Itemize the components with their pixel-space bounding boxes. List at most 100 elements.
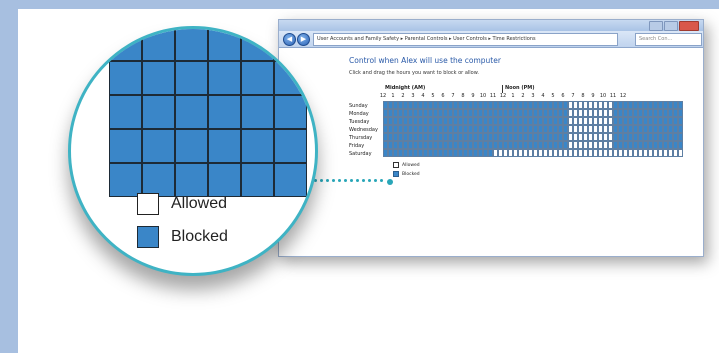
hour-label: 4: [541, 93, 545, 99]
blocked-cell[interactable]: [678, 125, 683, 133]
zoomed-blocked-cell: [274, 129, 307, 163]
legend-blocked: Blocked: [393, 170, 420, 178]
hour-label: 4: [421, 93, 425, 99]
hour-label: 5: [431, 93, 435, 99]
address-bar: ◀ ▶ User Accounts and Family Safety ▸ Pa…: [279, 31, 703, 48]
zoomed-blocked-cell: [241, 163, 274, 197]
zoomed-blocked-cell: [208, 61, 241, 95]
hour-label: 11: [489, 93, 497, 99]
connector-dot: [332, 179, 335, 182]
legend: Allowed Blocked: [393, 161, 420, 179]
hour-label: 6: [561, 93, 565, 99]
connector-dot: [368, 179, 371, 182]
zoomed-blocked-cell: [142, 129, 175, 163]
magnified-legend: Allowed Blocked: [137, 191, 228, 257]
blocked-cell[interactable]: [678, 109, 683, 117]
zoomed-blocked-cell: [175, 95, 208, 129]
breadcrumb[interactable]: User Accounts and Family Safety ▸ Parent…: [313, 33, 618, 46]
hour-label: 10: [599, 93, 607, 99]
day-label-wednesday: Wednesday: [349, 127, 378, 133]
magnified-legend-blocked: Blocked: [137, 224, 228, 250]
blocked-cell[interactable]: [678, 101, 683, 109]
zoomed-blocked-cell: [208, 95, 241, 129]
time-restrictions-window: ◀ ▶ User Accounts and Family Safety ▸ Pa…: [278, 19, 704, 257]
zoomed-blocked-cell: [175, 29, 208, 61]
blocked-label-large: Blocked: [171, 228, 228, 245]
zoomed-blocked-cell: [274, 163, 307, 197]
connector-dots: [314, 179, 383, 182]
hour-label: 5: [551, 93, 555, 99]
hour-label: 11: [609, 93, 617, 99]
day-label-friday: Friday: [349, 143, 365, 149]
blocked-swatch: [393, 171, 399, 177]
zoomed-blocked-cell: [241, 129, 274, 163]
connector-dot: [362, 179, 365, 182]
window-controls: [649, 21, 699, 31]
title-bar: [279, 20, 703, 31]
noon-divider: [502, 85, 503, 93]
content-area: Control when Alex will use the computer …: [279, 48, 703, 256]
zoomed-blocked-cell: [274, 95, 307, 129]
zoomed-blocked-cell: [142, 29, 175, 61]
illustration-card: ◀ ▶ User Accounts and Family Safety ▸ Pa…: [18, 9, 719, 353]
connector-dot: [374, 179, 377, 182]
hour-label: 8: [461, 93, 465, 99]
blocked-swatch-large: [137, 226, 159, 248]
connector-dot: [344, 179, 347, 182]
zoomed-blocked-cell: [109, 95, 142, 129]
hour-label: 8: [581, 93, 585, 99]
day-label-sunday: Sunday: [349, 103, 368, 109]
connector-dot: [326, 179, 329, 182]
allowed-cell[interactable]: [678, 149, 683, 157]
connector-endpoint: [387, 179, 393, 185]
connector-dot: [356, 179, 359, 182]
page-title: Control when Alex will use the computer: [349, 56, 501, 65]
hour-label: 6: [441, 93, 445, 99]
zoomed-blocked-cell: [241, 61, 274, 95]
instruction-text: Click and drag the hours you want to blo…: [349, 70, 479, 76]
zoomed-blocked-cell: [109, 29, 142, 61]
close-button[interactable]: [679, 21, 699, 31]
day-label-saturday: Saturday: [349, 151, 372, 157]
allowed-label: Allowed: [402, 162, 420, 168]
connector-dot: [350, 179, 353, 182]
magnifier-circle: Allowed Blocked: [68, 26, 318, 276]
hour-label: 2: [401, 93, 405, 99]
blocked-cell[interactable]: [678, 117, 683, 125]
connector-dot: [338, 179, 341, 182]
hour-label: 1: [511, 93, 515, 99]
search-input[interactable]: Search Con...: [635, 33, 702, 46]
blocked-cell[interactable]: [678, 141, 683, 149]
zoomed-blocked-cell: [175, 129, 208, 163]
maximize-button[interactable]: [664, 21, 678, 31]
allowed-swatch-large: [137, 193, 159, 215]
zoomed-blocked-cell: [142, 95, 175, 129]
zoomed-blocked-cell: [274, 29, 307, 61]
zoomed-blocked-cell: [274, 61, 307, 95]
legend-allowed: Allowed: [393, 161, 420, 169]
connector-dot: [320, 179, 323, 182]
hour-label: 7: [451, 93, 455, 99]
hour-label: 1: [391, 93, 395, 99]
hour-label: 12: [379, 93, 387, 99]
hour-label: 9: [591, 93, 595, 99]
midnight-header: Midnight (AM): [385, 85, 426, 91]
hour-label: 9: [471, 93, 475, 99]
hour-label: 12: [619, 93, 627, 99]
zoomed-blocked-cell: [109, 61, 142, 95]
zoomed-blocked-cell: [241, 95, 274, 129]
noon-header: Noon (PM): [505, 85, 535, 91]
day-label-tuesday: Tuesday: [349, 119, 370, 125]
blocked-cell[interactable]: [678, 133, 683, 141]
zoomed-blocked-cell: [142, 61, 175, 95]
hour-label: 10: [479, 93, 487, 99]
zoomed-blocked-cell: [109, 129, 142, 163]
hour-label: 12: [499, 93, 507, 99]
minimize-button[interactable]: [649, 21, 663, 31]
connector-dot: [380, 179, 383, 182]
allowed-label-large: Allowed: [171, 195, 228, 212]
hour-label: 2: [521, 93, 525, 99]
blocked-label: Blocked: [402, 171, 420, 177]
zoomed-blocked-cell: [208, 29, 241, 61]
zoomed-blocked-cell: [175, 61, 208, 95]
